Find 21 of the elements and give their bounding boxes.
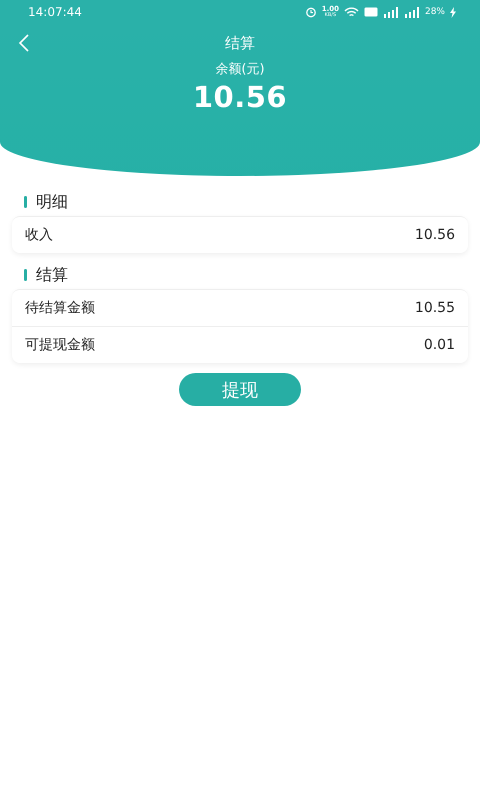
back-icon[interactable] <box>18 34 30 52</box>
row-label: 待结算金额 <box>25 299 95 317</box>
row-value: 10.55 <box>414 300 455 316</box>
page-title: 结算 <box>225 34 255 52</box>
row-label: 可提现金额 <box>25 336 95 354</box>
withdraw-button[interactable]: 提现 <box>179 373 301 406</box>
signal-icon <box>404 6 420 18</box>
row-value: 10.56 <box>414 227 455 243</box>
signal-icon <box>382 6 399 18</box>
status-time: 14:07:44 <box>28 5 82 19</box>
charging-icon <box>450 6 456 18</box>
section-title: 明细 <box>36 192 68 212</box>
battery-level: 28% <box>424 7 445 17</box>
balance-label: 余额(元) <box>214 61 266 78</box>
accent-bar <box>24 269 27 281</box>
wifi-icon <box>344 6 359 18</box>
section-title: 结算 <box>36 264 68 286</box>
row-value: 0.01 <box>424 337 455 353</box>
balance-amount: 10.56 <box>192 80 288 114</box>
accent-bar <box>24 196 27 208</box>
row-label: 收入 <box>25 226 53 244</box>
